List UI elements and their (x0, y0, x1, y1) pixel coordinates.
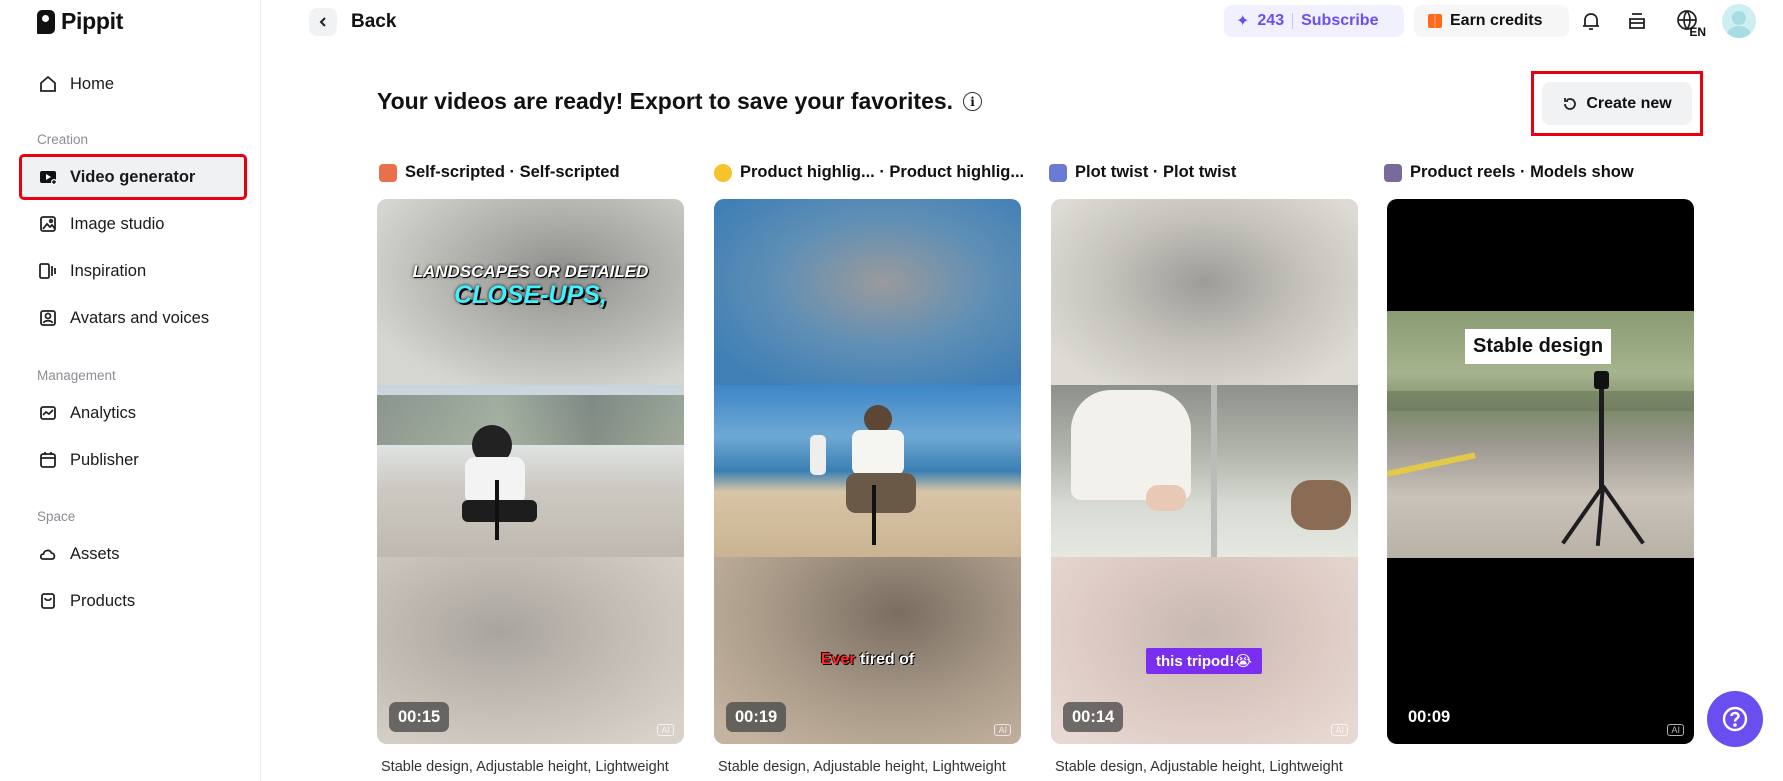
video-card-4[interactable]: Stable design 00:09 AI (1387, 199, 1694, 744)
language-code: EN (1689, 25, 1706, 39)
section-label-creation: Creation (37, 132, 89, 147)
sidebar-item-assets[interactable]: Assets (22, 534, 244, 574)
caption-text: Ever tired of (714, 651, 1021, 669)
caption-line-2: CLOSE-UPS, (454, 281, 607, 309)
ai-badge: AI (657, 724, 674, 736)
pill-divider (1292, 13, 1294, 29)
section-label-management: Management (37, 368, 116, 383)
tasks-icon[interactable] (1623, 7, 1651, 35)
back-button[interactable]: Back (309, 8, 396, 36)
home-icon (38, 74, 58, 94)
video-frame-middle (714, 385, 1021, 557)
sidebar-item-video-generator[interactable]: Video generator (19, 154, 247, 200)
sidebar-item-label: Products (70, 591, 136, 610)
sidebar-item-label: Video generator (70, 167, 196, 186)
sidebar-item-avatars-and-voices[interactable]: Avatars and voices (22, 298, 244, 338)
sidebar: Pippit Home Creation Video generator Ima… (0, 0, 261, 781)
ai-badge: AI (994, 724, 1011, 736)
duration-badge: 00:19 (726, 702, 787, 732)
gift-icon (1428, 14, 1442, 28)
sidebar-item-home[interactable]: Home (22, 64, 244, 104)
video-card-2[interactable]: Ever tired of 00:19 AI (714, 199, 1021, 744)
caption-tag: Stable design (1465, 329, 1612, 364)
sidebar-item-label: Publisher (70, 450, 139, 469)
inspiration-icon (38, 261, 58, 281)
calendar-icon (38, 450, 58, 470)
video-card-1[interactable]: LANDSCAPES OR DETAILED CLOSE-UPS, 00:15 … (377, 199, 684, 744)
card-title-2: Product highlig... · Product highlig... (714, 163, 1024, 182)
card-description-3: Stable design, Adjustable height, Lightw… (1055, 759, 1343, 775)
person-icon (1049, 163, 1067, 182)
duration-badge: 00:09 (1408, 707, 1451, 726)
section-label-space: Space (37, 509, 76, 524)
sidebar-item-label: Inspiration (70, 261, 147, 280)
sidebar-item-analytics[interactable]: Analytics (22, 393, 244, 433)
question-icon (1722, 706, 1748, 732)
sidebar-item-label: Avatars and voices (70, 308, 210, 327)
ai-badge: AI (1331, 724, 1348, 736)
video-frame-middle (1051, 385, 1358, 557)
language-globe-icon[interactable]: EN (1668, 7, 1708, 39)
sidebar-item-label: Home (70, 74, 115, 93)
refresh-icon (1564, 97, 1577, 110)
video-frame-top (714, 199, 1021, 385)
create-new-highlight: Create new (1531, 71, 1703, 136)
sidebar-item-publisher[interactable]: Publisher (22, 440, 244, 480)
ai-badge: AI (1667, 724, 1684, 736)
chevron-left-icon (309, 8, 337, 36)
app-root: Pippit Home Creation Video generator Ima… (0, 0, 1783, 781)
caption-red-word: Ever (820, 651, 856, 668)
video-frame-middle (377, 385, 684, 557)
card-title-text: Plot twist · Plot twist (1075, 163, 1237, 181)
page-title: Your videos are ready! Export to save yo… (377, 88, 954, 114)
video-card-3[interactable]: this tripod!😭 00:14 AI (1051, 199, 1358, 744)
card-description-1: Stable design, Adjustable height, Lightw… (381, 759, 669, 775)
card-description-2: Stable design, Adjustable height, Lightw… (718, 759, 1006, 775)
sparkle-icon: ✦ (1236, 13, 1250, 30)
caption-white-words: tired of (855, 651, 915, 668)
film-projector-icon (1384, 163, 1402, 182)
sidebar-item-label: Image studio (70, 214, 165, 233)
caption-line-1: LANDSCAPES OR DETAILED (412, 262, 649, 281)
sidebar-item-image-studio[interactable]: Image studio (22, 204, 244, 244)
earn-credits-button[interactable]: Earn credits (1414, 5, 1569, 37)
cloud-icon (38, 544, 58, 564)
card-title-text: Product reels · Models show (1410, 163, 1634, 181)
back-label: Back (351, 11, 397, 32)
sidebar-item-label: Assets (70, 544, 120, 563)
create-new-button[interactable]: Create new (1542, 82, 1692, 125)
sidebar-item-products[interactable]: Products (22, 581, 244, 621)
card-title-text: Self-scripted · Self-scripted (405, 163, 620, 181)
credits-subscribe-pill[interactable]: ✦ 243 Subscribe (1224, 5, 1404, 37)
credits-count: 243 (1257, 12, 1285, 29)
sidebar-item-label: Analytics (70, 403, 137, 422)
pippit-logo-icon (37, 9, 55, 34)
user-avatar[interactable] (1722, 4, 1756, 38)
card-title-3: Plot twist · Plot twist (1049, 163, 1236, 182)
product-icon (38, 591, 58, 611)
image-studio-icon (38, 214, 58, 234)
info-icon[interactable]: i (963, 92, 983, 111)
sidebar-item-inspiration[interactable]: Inspiration (22, 251, 244, 291)
video-frame-top (1051, 199, 1358, 385)
card-title-1: Self-scripted · Self-scripted (379, 163, 620, 182)
brand-logo[interactable]: Pippit (37, 8, 123, 35)
help-button[interactable] (1707, 691, 1763, 747)
caption-tag: this tripod!😭 (1146, 648, 1262, 674)
brand-name: Pippit (61, 8, 124, 34)
earn-credits-label: Earn credits (1450, 12, 1543, 29)
page-heading: Your videos are ready! Export to save yo… (377, 88, 983, 115)
duration-badge: 00:14 (1063, 702, 1124, 732)
duration-badge: 00:15 (389, 702, 450, 732)
card-title-4: Product reels · Models show (1384, 163, 1634, 182)
create-new-label: Create new (1586, 94, 1672, 112)
writing-hand-icon (379, 163, 397, 182)
card-title-text: Product highlig... · Product highlig... (740, 163, 1025, 181)
analytics-icon (38, 403, 58, 423)
subscribe-link[interactable]: Subscribe (1301, 12, 1378, 30)
video-generator-icon (38, 167, 58, 187)
sun-icon (714, 163, 732, 182)
notification-bell-icon[interactable] (1577, 7, 1605, 35)
avatar-icon (38, 308, 58, 328)
